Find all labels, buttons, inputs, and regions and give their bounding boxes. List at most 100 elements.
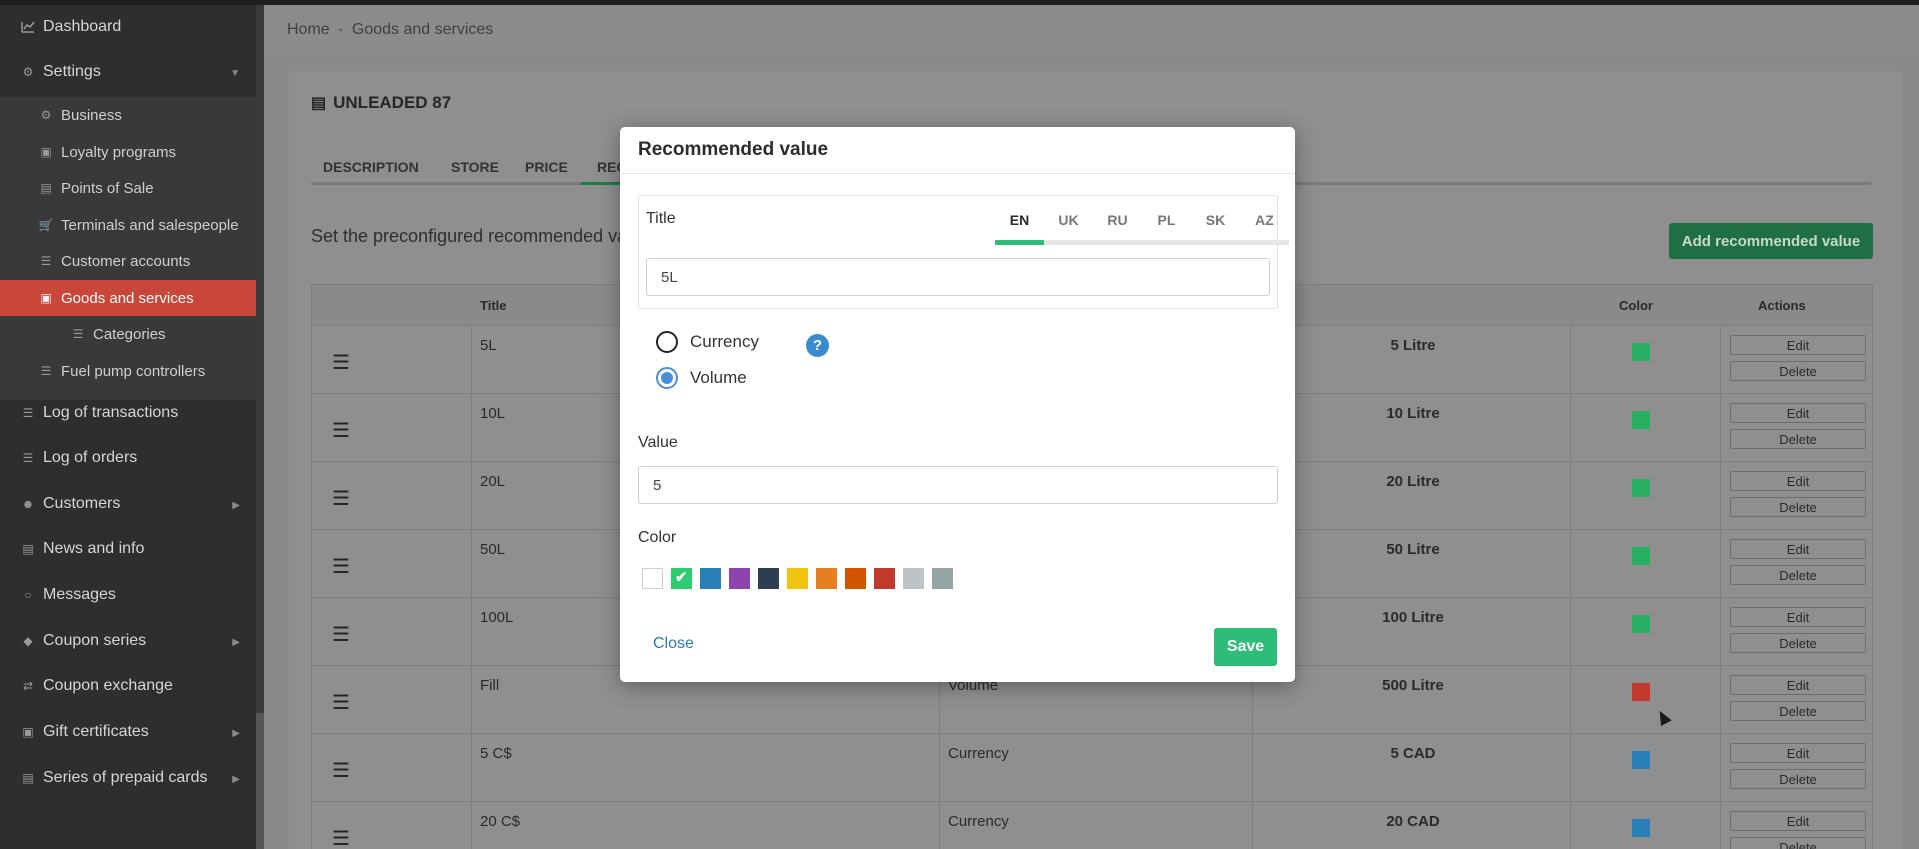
edit-button[interactable]: Edit: [1730, 675, 1866, 695]
lang-tab-pl[interactable]: PL: [1142, 212, 1191, 228]
sidebar-item-log-of-orders[interactable]: ☰ Log of orders: [0, 440, 256, 476]
column-divider: [1720, 802, 1721, 849]
column-divider: [1570, 802, 1571, 849]
delete-button[interactable]: Delete: [1730, 565, 1866, 585]
recommended-value-modal: Recommended value Title EN UK RU PL SK A…: [620, 127, 1295, 682]
sidebar-item-label: Dashboard: [43, 18, 122, 35]
save-button[interactable]: Save: [1214, 628, 1277, 666]
color-swatch: [1632, 411, 1650, 429]
table-row: ☰ 20 C$ Currency 20 CAD Edit Delete: [311, 802, 1873, 849]
sidebar-item-business[interactable]: ⚙ Business: [0, 97, 256, 133]
lang-tab-az[interactable]: AZ: [1240, 212, 1289, 228]
edit-button[interactable]: Edit: [1730, 539, 1866, 559]
sidebar-item-log-of-transactions[interactable]: ☰ Log of transactions: [0, 395, 256, 431]
cell-title: 50L: [480, 541, 506, 558]
exchange-icon: ⇄: [22, 679, 34, 693]
header-color: Color: [1619, 298, 1653, 313]
value-input[interactable]: [638, 466, 1278, 504]
drag-handle-icon[interactable]: ☰: [332, 486, 350, 511]
color-swatch-option[interactable]: ✔: [671, 568, 692, 589]
color-swatch-option[interactable]: [642, 568, 663, 589]
color-swatch-option[interactable]: [903, 568, 924, 589]
sidebar-item-news-and-info[interactable]: ▤ News and info: [0, 531, 256, 567]
sidebar-item-dashboard[interactable]: Dashboard: [0, 9, 256, 45]
sidebar-item-goods-and-services[interactable]: ▣ Goods and services: [0, 280, 256, 316]
edit-button[interactable]: Edit: [1730, 811, 1866, 831]
tab-description[interactable]: DESCRIPTION: [323, 159, 419, 175]
lang-tab-en[interactable]: EN: [995, 212, 1044, 228]
sidebar-item-prepaid-cards[interactable]: ▤ Series of prepaid cards ▶: [0, 760, 256, 796]
sidebar-item-messages[interactable]: ○ Messages: [0, 577, 256, 613]
color-swatch: [1632, 343, 1650, 361]
sidebar-item-loyalty-programs[interactable]: ▣ Loyalty programs: [0, 134, 256, 170]
sidebar-item-coupon-exchange[interactable]: ⇄ Coupon exchange: [0, 668, 256, 704]
color-swatch-option[interactable]: [729, 568, 750, 589]
drag-handle-icon[interactable]: ☰: [332, 826, 350, 849]
radio-currency-circle[interactable]: [656, 331, 678, 353]
sidebar-item-label: Series of prepaid cards: [43, 769, 208, 786]
sidebar-item-settings[interactable]: ⚙ Settings ▼: [0, 54, 256, 90]
radio-volume[interactable]: Volume: [656, 367, 747, 389]
caret-right-icon: ▶: [232, 728, 240, 739]
radio-volume-circle[interactable]: [656, 367, 678, 389]
delete-button[interactable]: Delete: [1730, 361, 1866, 381]
column-divider: [1570, 326, 1571, 394]
sidebar-item-customer-accounts[interactable]: ☰ Customer accounts: [0, 243, 256, 279]
edit-button[interactable]: Edit: [1730, 471, 1866, 491]
edit-button[interactable]: Edit: [1730, 403, 1866, 423]
gift-icon: ▣: [22, 725, 34, 739]
edit-button[interactable]: Edit: [1730, 607, 1866, 627]
delete-button[interactable]: Delete: [1730, 701, 1866, 721]
sidebar-item-label: News and info: [43, 540, 145, 557]
color-swatch-option[interactable]: [932, 568, 953, 589]
delete-button[interactable]: Delete: [1730, 429, 1866, 449]
gear-icon: ⚙: [22, 65, 34, 79]
cell-type: Currency: [948, 745, 1009, 762]
color-swatch: [1632, 751, 1650, 769]
lang-tab-ru[interactable]: RU: [1093, 212, 1142, 228]
color-swatch-option[interactable]: [845, 568, 866, 589]
title-input[interactable]: [646, 258, 1270, 296]
delete-button[interactable]: Delete: [1730, 497, 1866, 517]
scrollbar-thumb[interactable]: [256, 713, 264, 849]
tab-price[interactable]: PRICE: [525, 159, 568, 175]
delete-button[interactable]: Delete: [1730, 837, 1866, 849]
drag-handle-icon[interactable]: ☰: [332, 690, 350, 715]
newspaper-icon: ▤: [22, 542, 34, 556]
color-swatch-option[interactable]: [700, 568, 721, 589]
lang-tab-sk[interactable]: SK: [1191, 212, 1240, 228]
radio-currency[interactable]: Currency: [656, 331, 759, 353]
edit-button[interactable]: Edit: [1730, 335, 1866, 355]
help-icon[interactable]: ?: [806, 334, 829, 357]
drag-handle-icon[interactable]: ☰: [332, 622, 350, 647]
sidebar-item-categories[interactable]: ☰ Categories: [0, 316, 256, 352]
delete-button[interactable]: Delete: [1730, 633, 1866, 653]
drag-handle-icon[interactable]: ☰: [332, 758, 350, 783]
drag-handle-icon[interactable]: ☰: [332, 418, 350, 443]
color-swatch-option[interactable]: [816, 568, 837, 589]
caret-right-icon: ▶: [232, 774, 240, 785]
sidebar-item-fuel-pump-controllers[interactable]: ☰ Fuel pump controllers: [0, 353, 256, 389]
sidebar-item-gift-certificates[interactable]: ▣ Gift certificates ▶: [0, 714, 256, 750]
close-button[interactable]: Close: [653, 635, 694, 653]
sidebar-item-label: Terminals and salespeople: [61, 216, 239, 234]
sidebar-scrollbar[interactable]: [256, 5, 264, 849]
page-title: ▤ UNLEADED 87: [311, 93, 451, 113]
lang-tab-uk[interactable]: UK: [1044, 212, 1093, 228]
edit-button[interactable]: Edit: [1730, 743, 1866, 763]
breadcrumb-home[interactable]: Home: [287, 21, 330, 39]
add-recommended-value-button[interactable]: Add recommended value: [1669, 223, 1873, 259]
delete-button[interactable]: Delete: [1730, 769, 1866, 789]
cell-title: 5 C$: [480, 745, 512, 762]
sidebar-item-terminals[interactable]: 🛒 Terminals and salespeople: [0, 207, 256, 243]
caret-down-icon: ▼: [230, 68, 240, 79]
drag-handle-icon[interactable]: ☰: [332, 554, 350, 579]
color-swatch-option[interactable]: [758, 568, 779, 589]
drag-handle-icon[interactable]: ☰: [332, 350, 350, 375]
sidebar-item-customers[interactable]: ☻ Customers ▶: [0, 486, 256, 522]
sidebar-item-points-of-sale[interactable]: ▤ Points of Sale: [0, 170, 256, 206]
color-swatch-option[interactable]: [874, 568, 895, 589]
color-swatch-option[interactable]: [787, 568, 808, 589]
sidebar-item-coupon-series[interactable]: ◆ Coupon series ▶: [0, 623, 256, 659]
tab-store[interactable]: STORE: [451, 159, 499, 175]
